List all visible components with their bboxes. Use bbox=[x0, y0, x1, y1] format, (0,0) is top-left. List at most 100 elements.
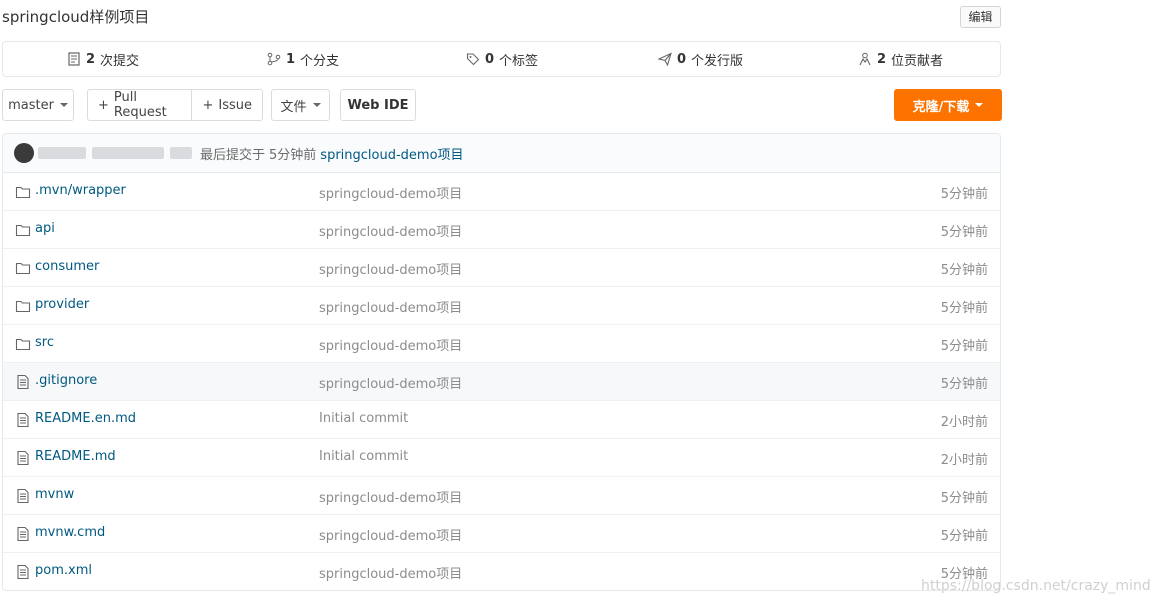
table-row[interactable]: pom.xml springcloud-demo项目 5分钟前 bbox=[3, 553, 1000, 590]
clone-download-button[interactable]: 克隆/下载 bbox=[894, 89, 1002, 121]
file-name-link[interactable]: mvnw bbox=[35, 487, 74, 502]
file-name-link[interactable]: consumer bbox=[35, 259, 99, 274]
tag-icon bbox=[466, 53, 480, 66]
commit-time: 5分钟前 bbox=[940, 301, 988, 316]
table-row[interactable]: README.md Initial commit 2小时前 bbox=[3, 439, 1000, 477]
commit-message-link[interactable]: springcloud-demo项目 bbox=[319, 487, 462, 506]
new-pull-request-button[interactable]: + Pull Request bbox=[88, 90, 187, 120]
file-icon bbox=[15, 412, 31, 428]
stat-tags-label: 个标签 bbox=[499, 53, 539, 69]
file-name-link[interactable]: README.md bbox=[35, 449, 116, 464]
stat-branches-count: 1 bbox=[286, 51, 296, 67]
file-icon bbox=[15, 564, 31, 580]
stat-releases-count: 0 bbox=[677, 51, 687, 67]
commit-message-link[interactable]: springcloud-demo项目 bbox=[319, 335, 462, 354]
file-icon bbox=[15, 374, 31, 390]
table-row[interactable]: api springcloud-demo项目 5分钟前 bbox=[3, 211, 1000, 249]
edit-button[interactable]: 编辑 bbox=[960, 6, 1001, 28]
commit-time: 5分钟前 bbox=[940, 225, 988, 240]
plus-icon: + bbox=[98, 97, 109, 113]
repo-stats-bar: 2 次提交 1 个分支 0 个标签 0 个发行版 2 位贡献者 bbox=[2, 41, 1001, 77]
redacted-author bbox=[38, 147, 86, 159]
file-name-link[interactable]: api bbox=[35, 221, 55, 236]
stat-releases-label: 个发行版 bbox=[691, 53, 744, 69]
latest-commit-bar: 最后提交于 5分钟前 springcloud-demo项目 bbox=[3, 134, 1000, 173]
stat-releases[interactable]: 0 个发行版 bbox=[658, 42, 743, 76]
commit-time: 5分钟前 bbox=[269, 147, 317, 163]
redacted-author bbox=[170, 147, 192, 159]
branch-select[interactable]: master bbox=[2, 89, 74, 121]
chevron-down-icon bbox=[312, 103, 321, 107]
commit-time: 5分钟前 bbox=[940, 529, 988, 544]
watermark: https://blog.csdn.net/crazy_mind bbox=[921, 578, 1151, 594]
commit-time: 5分钟前 bbox=[940, 491, 988, 506]
table-row[interactable]: src springcloud-demo项目 5分钟前 bbox=[3, 325, 1000, 363]
branch-icon bbox=[267, 52, 281, 66]
stat-contributors[interactable]: 2 位贡献者 bbox=[858, 42, 943, 76]
files-dropdown[interactable]: 文件 bbox=[271, 89, 330, 121]
table-row[interactable]: mvnw.cmd springcloud-demo项目 5分钟前 bbox=[3, 515, 1000, 553]
commit-message-link[interactable]: Initial commit bbox=[319, 449, 408, 464]
pr-issue-group: + Pull Request + Issue bbox=[87, 89, 263, 121]
stat-branches[interactable]: 1 个分支 bbox=[267, 42, 339, 76]
web-ide-label: Web IDE bbox=[347, 97, 409, 113]
folder-icon bbox=[15, 222, 31, 238]
avatar[interactable] bbox=[14, 143, 34, 163]
commit-time: 5分钟前 bbox=[940, 187, 988, 202]
folder-icon bbox=[15, 260, 31, 276]
file-icon bbox=[15, 450, 31, 466]
file-name-link[interactable]: .gitignore bbox=[35, 373, 97, 388]
table-row[interactable]: mvnw springcloud-demo项目 5分钟前 bbox=[3, 477, 1000, 515]
commit-message-link[interactable]: springcloud-demo项目 bbox=[320, 144, 463, 163]
stat-commits-count: 2 bbox=[86, 51, 96, 67]
commit-message-link[interactable]: springcloud-demo项目 bbox=[319, 563, 462, 582]
table-row[interactable]: README.en.md Initial commit 2小时前 bbox=[3, 401, 1000, 439]
stat-contributors-count: 2 bbox=[877, 51, 887, 67]
commit-message-link[interactable]: Initial commit bbox=[319, 411, 408, 426]
file-name-link[interactable]: README.en.md bbox=[35, 411, 136, 426]
stat-branches-label: 个分支 bbox=[300, 53, 340, 69]
file-name-link[interactable]: .mvn/wrapper bbox=[35, 183, 126, 198]
commit-time: 2小时前 bbox=[940, 453, 988, 468]
folder-icon bbox=[15, 336, 31, 352]
table-row[interactable]: provider springcloud-demo项目 5分钟前 bbox=[3, 287, 1000, 325]
stat-contributors-label: 位贡献者 bbox=[891, 53, 944, 69]
stat-commits[interactable]: 2 次提交 bbox=[67, 42, 139, 76]
file-name-link[interactable]: pom.xml bbox=[35, 563, 92, 578]
pull-request-label: Pull Request bbox=[113, 90, 167, 120]
file-icon bbox=[15, 488, 31, 504]
table-row[interactable]: .mvn/wrapper springcloud-demo项目 5分钟前 bbox=[3, 173, 1000, 211]
file-table: 最后提交于 5分钟前 springcloud-demo项目 .mvn/wrapp… bbox=[2, 133, 1001, 591]
commit-message-link[interactable]: springcloud-demo项目 bbox=[319, 183, 462, 202]
file-icon bbox=[15, 526, 31, 542]
files-dropdown-label: 文件 bbox=[280, 99, 307, 115]
stat-tags[interactable]: 0 个标签 bbox=[466, 42, 538, 76]
commit-message-link[interactable]: springcloud-demo项目 bbox=[319, 373, 462, 392]
web-ide-button[interactable]: Web IDE bbox=[340, 89, 416, 121]
issue-label: Issue bbox=[218, 97, 252, 113]
commit-message-link[interactable]: springcloud-demo项目 bbox=[319, 259, 462, 278]
redacted-author bbox=[92, 147, 164, 159]
table-row[interactable]: .gitignore springcloud-demo项目 5分钟前 bbox=[3, 363, 1000, 401]
chevron-down-icon bbox=[59, 103, 68, 107]
commit-message-link[interactable]: springcloud-demo项目 bbox=[319, 525, 462, 544]
commit-prefix: 最后提交于 bbox=[200, 147, 266, 163]
new-issue-button[interactable]: + Issue bbox=[191, 90, 262, 120]
commit-message-link[interactable]: springcloud-demo项目 bbox=[319, 221, 462, 240]
file-name-link[interactable]: src bbox=[35, 335, 54, 350]
commit-time: 5分钟前 bbox=[940, 339, 988, 354]
release-icon bbox=[658, 52, 672, 66]
file-name-link[interactable]: mvnw.cmd bbox=[35, 525, 105, 540]
branch-select-label: master bbox=[8, 97, 54, 113]
commit-icon bbox=[68, 52, 80, 66]
file-name-link[interactable]: provider bbox=[35, 297, 89, 312]
commit-time: 2小时前 bbox=[940, 415, 988, 430]
contributors-icon bbox=[859, 52, 871, 66]
commit-message-link[interactable]: springcloud-demo项目 bbox=[319, 297, 462, 316]
folder-icon bbox=[15, 184, 31, 200]
folder-icon bbox=[15, 298, 31, 314]
plus-icon: + bbox=[202, 97, 214, 113]
clone-download-label: 克隆/下载 bbox=[912, 99, 970, 115]
page-title: springcloud样例项目 bbox=[2, 8, 150, 26]
table-row[interactable]: consumer springcloud-demo项目 5分钟前 bbox=[3, 249, 1000, 287]
